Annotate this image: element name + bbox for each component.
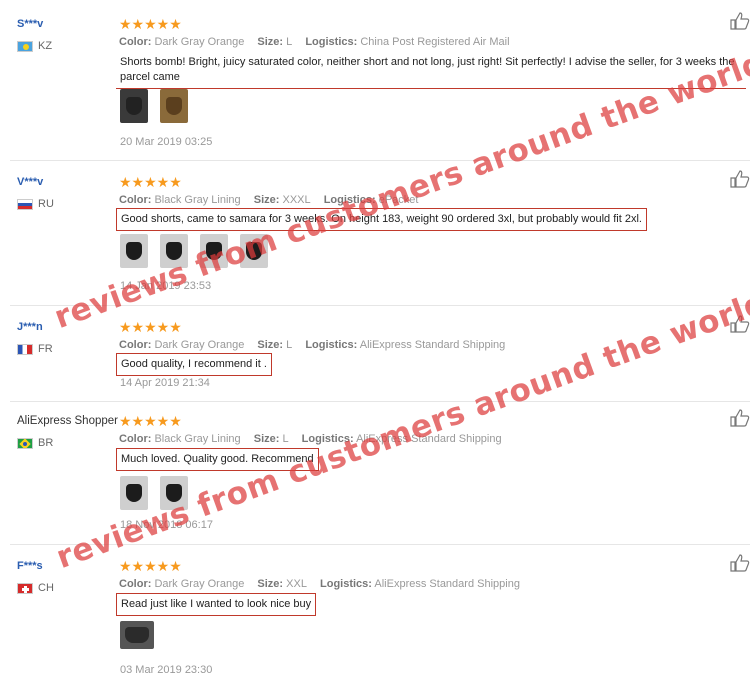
review-date: 20 Mar 2019 03:25 [120, 136, 213, 148]
feedback-text: Good shorts, came to samara for 3 weeks.… [116, 208, 647, 231]
country-code: CH [38, 582, 54, 594]
buyer-name[interactable]: S***v [17, 18, 43, 30]
review-photo[interactable] [120, 234, 148, 268]
buyer-country: FR [17, 343, 53, 355]
logistics-value: AliExpress Standard Shipping [359, 339, 506, 351]
feedback-text: Read just like I wanted to look nice buy [116, 593, 317, 616]
color-value: Dark Gray Orange [154, 339, 245, 351]
review-date: 14 Jan 2019 23:53 [120, 280, 212, 292]
thumbs-up-icon[interactable] [730, 315, 750, 333]
thumbs-up-icon[interactable] [730, 12, 750, 30]
flag-br-icon [17, 437, 33, 449]
country-code: BR [38, 437, 54, 449]
review-photo[interactable] [240, 234, 268, 268]
divider [10, 544, 750, 545]
country-code: FR [38, 343, 53, 355]
buyer-name[interactable]: J***n [17, 321, 43, 333]
photo-gallery [120, 234, 268, 268]
logistics-value: AliExpress Standard Shipping [374, 578, 520, 590]
order-info: Color: Dark Gray Orange Size: L Logistic… [119, 36, 510, 48]
review-date: 18 Nov 2018 06:17 [120, 519, 213, 531]
flag-kz-icon [17, 40, 33, 52]
star-rating: ★★★★★ [119, 174, 182, 190]
thumbs-up-icon[interactable] [730, 554, 750, 572]
size-value: L [286, 339, 293, 351]
order-info: Color: Dark Gray Orange Size: XXL Logist… [119, 578, 520, 590]
color-value: Dark Gray Orange [154, 578, 245, 590]
star-rating: ★★★★★ [119, 16, 182, 32]
size-value: L [286, 36, 293, 48]
review-photo[interactable] [160, 234, 188, 268]
buyer-name: AliExpress Shopper [17, 415, 118, 427]
thumbs-up-icon[interactable] [730, 409, 750, 427]
size-value: XXXL [282, 194, 311, 206]
size-value: L [282, 433, 289, 445]
logistics-value: China Post Registered Air Mail [360, 36, 510, 48]
flag-ru-icon [17, 198, 33, 210]
star-rating: ★★★★★ [119, 319, 182, 335]
review-photo[interactable] [120, 89, 148, 123]
buyer-country: RU [17, 198, 54, 210]
review-date: 03 Mar 2019 23:30 [120, 664, 213, 676]
size-value: XXL [286, 578, 307, 590]
review-photo[interactable] [120, 476, 148, 510]
photo-gallery [120, 89, 188, 123]
feedback-text: Much loved. Quality good. Recommend [116, 448, 319, 471]
buyer-name[interactable]: F***s [17, 560, 43, 572]
color-value: Black Gray Lining [154, 194, 241, 206]
flag-ch-icon [17, 582, 33, 594]
divider [10, 160, 750, 161]
photo-gallery [120, 476, 188, 510]
star-rating: ★★★★★ [119, 413, 182, 429]
color-value: Dark Gray Orange [154, 36, 245, 48]
order-info: Color: Dark Gray Orange Size: L Logistic… [119, 339, 506, 351]
divider [10, 305, 750, 306]
review-photo[interactable] [120, 621, 154, 649]
star-rating: ★★★★★ [119, 558, 182, 574]
country-code: KZ [38, 40, 53, 52]
review-photo[interactable] [200, 234, 228, 268]
buyer-country: KZ [17, 40, 52, 52]
logistics-value: ePacket [378, 194, 419, 206]
review-date: 14 Apr 2019 21:34 [120, 377, 210, 389]
order-info: Color: Black Gray Lining Size: XXXL Logi… [119, 194, 419, 206]
review-photo[interactable] [160, 89, 188, 123]
buyer-country: BR [17, 437, 53, 449]
feedback-text: Shorts bomb! Bright, juicy saturated col… [116, 52, 746, 89]
color-value: Black Gray Lining [154, 433, 241, 445]
buyer-country: CH [17, 582, 54, 594]
logistics-value: AliExpress Standard Shipping [356, 433, 502, 445]
flag-fr-icon [17, 343, 33, 355]
feedback-text: Good quality, I recommend it . [116, 353, 272, 376]
divider [10, 401, 750, 402]
buyer-name[interactable]: V***v [17, 176, 43, 188]
country-code: RU [38, 198, 54, 210]
review-photo[interactable] [160, 476, 188, 510]
order-info: Color: Black Gray Lining Size: L Logisti… [119, 433, 502, 445]
photo-gallery [120, 621, 154, 649]
thumbs-up-icon[interactable] [730, 170, 750, 188]
